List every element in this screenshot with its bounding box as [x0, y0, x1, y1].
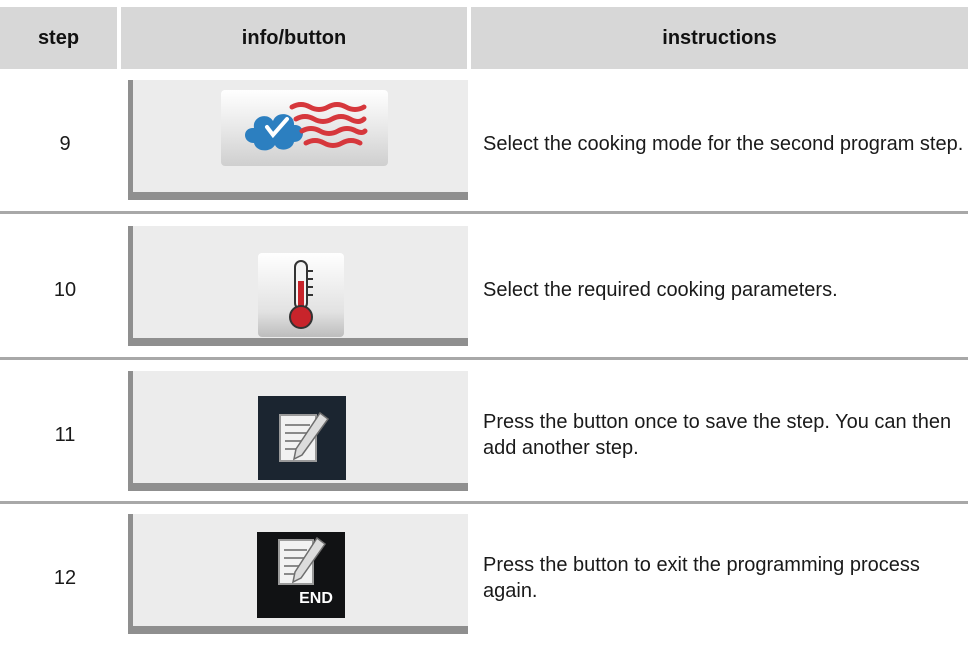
- save-step-notepad-icon: [279, 411, 330, 462]
- step-number: 9: [59, 132, 71, 155]
- panel-edge: [128, 338, 468, 346]
- table-header: step info/button instructions: [0, 7, 968, 69]
- end-programming-button[interactable]: END: [257, 532, 345, 618]
- header-instructions: instructions: [471, 7, 968, 69]
- instruction-text: Press the button to exit the programming…: [483, 554, 920, 602]
- table-row: 11 Press the button once to save the ste…: [0, 367, 968, 503]
- table-row: 9 Select the cooking mode for the second…: [0, 76, 968, 212]
- panel-edge: [128, 626, 468, 634]
- panel-edge: [128, 514, 133, 634]
- instruction-text: Select the cooking mode for the second p…: [483, 133, 964, 155]
- button-panel: [128, 226, 468, 346]
- table-row: 10 Select the required cooking parameter…: [0, 222, 968, 358]
- combi-mode-button[interactable]: [221, 90, 388, 166]
- button-panel: END: [128, 514, 468, 634]
- instruction-text: Press the button once to save the step. …: [483, 411, 952, 459]
- header-info-button: info/button: [121, 7, 467, 69]
- header-step: step: [0, 7, 117, 69]
- instruction-text: Select the required cooking parameters.: [483, 279, 838, 301]
- cooking-parameters-button[interactable]: [258, 253, 344, 337]
- step-number: 11: [54, 423, 76, 446]
- save-step-button[interactable]: [258, 396, 346, 480]
- table-row: 12 END Press the button to exit the prog…: [0, 510, 968, 646]
- row-divider: [0, 357, 968, 360]
- button-panel: [128, 80, 468, 200]
- row-divider: [0, 501, 968, 504]
- thermometer-icon: [289, 260, 313, 329]
- end-label: END: [299, 590, 333, 607]
- combi-steam-hot-air-icon: [244, 102, 367, 151]
- panel-edge: [128, 192, 468, 200]
- button-panel: [128, 371, 468, 491]
- panel-edge: [128, 226, 133, 346]
- end-programming-notepad-icon: [278, 536, 327, 585]
- panel-edge: [128, 80, 133, 200]
- row-divider: [0, 211, 968, 214]
- panel-edge: [128, 483, 468, 491]
- step-number: 12: [53, 566, 77, 589]
- panel-edge: [128, 371, 133, 491]
- step-number: 10: [53, 278, 77, 301]
